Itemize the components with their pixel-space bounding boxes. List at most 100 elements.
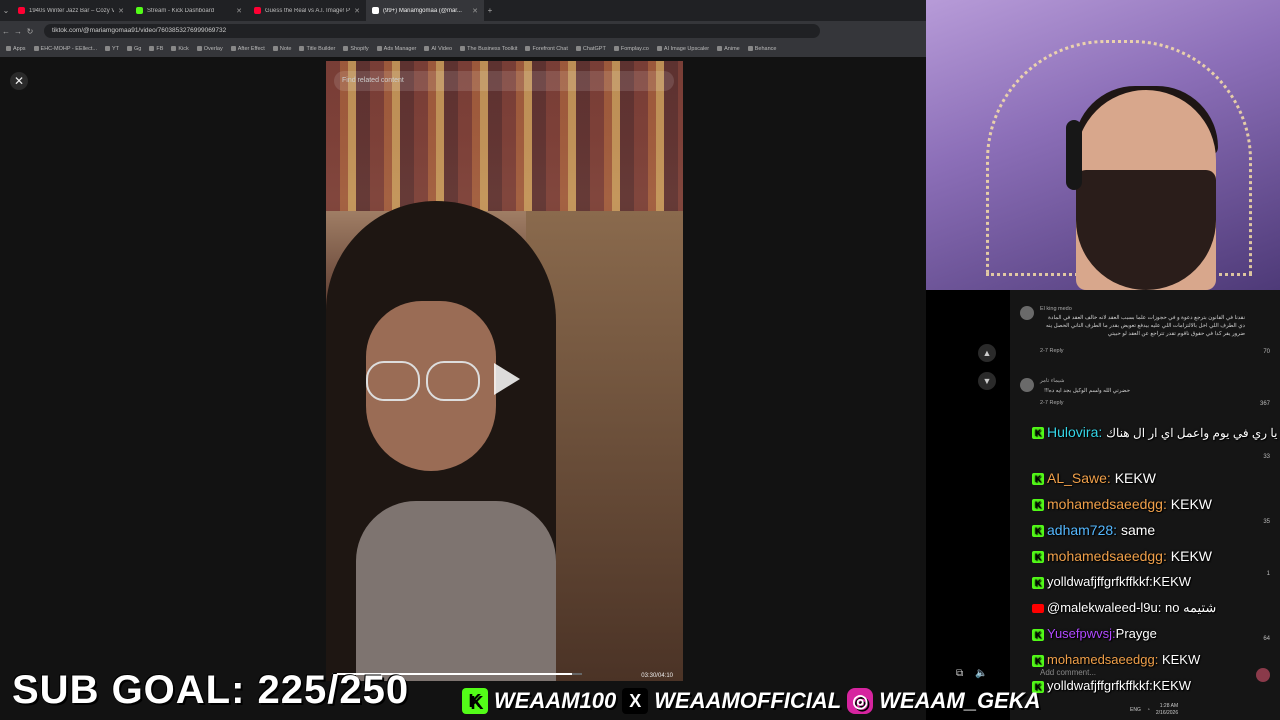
social-handles: K WEAAM100 X WEAAMOFFICIAL ◎ WEAAM_GEKA xyxy=(462,686,1041,716)
bookmark[interactable]: AI Video xyxy=(424,46,452,52)
chat-message: Kmohamedsaeedgg: KEKW xyxy=(1032,652,1200,667)
kick-badge-icon: K xyxy=(1032,576,1044,589)
close-tab-icon[interactable]: ✕ xyxy=(118,7,124,15)
play-icon[interactable] xyxy=(494,363,520,395)
comment-likes[interactable]: 1 xyxy=(1267,571,1270,577)
tab-list-icon[interactable]: ⌄ xyxy=(0,6,12,15)
bookmark[interactable]: After Effect xyxy=(231,46,265,52)
kick-badge-icon: K xyxy=(1032,427,1044,440)
comment-meta[interactable]: 2-7 Reply xyxy=(1040,400,1064,406)
volume-icon[interactable]: 🔈 xyxy=(975,668,987,679)
bookmark[interactable]: Anime xyxy=(717,46,740,52)
bookmark[interactable]: ChatGPT xyxy=(576,46,606,52)
kick-badge-icon: K xyxy=(1032,525,1044,538)
send-icon[interactable] xyxy=(1256,668,1270,682)
bookmark[interactable]: Overlay xyxy=(197,46,223,52)
system-tray: ENG ◔ 1:28 AM 2/16/2026 xyxy=(1130,700,1280,720)
chat-message: Kmohamedsaeedgg: KEKW xyxy=(1032,496,1212,512)
tab-guess-ai[interactable]: Guess the Real vs A.I. Image! Pa ✕ xyxy=(248,0,366,21)
comment-author: El king medo xyxy=(1040,306,1072,312)
chat-message: Kyolldwafjffgrfkffkkf:KEKW xyxy=(1032,678,1191,693)
wifi-icon[interactable]: ◔ xyxy=(1147,707,1150,713)
time: 1:28 AM xyxy=(1159,703,1179,709)
bookmark[interactable]: Apps xyxy=(6,46,26,52)
tab-label: Guess the Real vs A.I. Image! Pa xyxy=(265,7,351,14)
comment-likes[interactable]: 64 xyxy=(1263,636,1270,642)
tab-tiktok[interactable]: (99+) Mariamgomaa (@mar... ✕ xyxy=(366,0,484,21)
chat-message: K Yusefpwvsj:Prayge xyxy=(1032,626,1157,641)
bookmark[interactable]: Fomplay.co xyxy=(614,46,649,52)
clock[interactable]: 1:28 AM 2/16/2026 xyxy=(1156,703,1178,717)
video-search-input[interactable]: Find related content xyxy=(334,71,674,91)
date: 2/16/2026 xyxy=(1155,710,1179,716)
tab-label: Stream - Kick Dashboard xyxy=(147,7,215,14)
instagram-icon: ◎ xyxy=(847,688,874,714)
video-time: 03:30/04:10 xyxy=(641,673,673,679)
language-indicator[interactable]: ENG xyxy=(1130,707,1141,713)
chat-user: mohamedsaeedgg: xyxy=(1047,652,1159,667)
bookmark[interactable]: Gg xyxy=(127,46,141,52)
close-tab-icon[interactable]: ✕ xyxy=(354,7,360,15)
chat-text: KEKW xyxy=(1161,652,1201,667)
chat-text: وح ساعدها يا ري في يوم واعمل اي ار ال هن… xyxy=(1106,426,1280,440)
chat-message: KHulovira: وح ساعدها يا ري في يوم واعمل … xyxy=(1032,424,1280,440)
close-video-button[interactable]: ✕ xyxy=(10,72,28,90)
bookmark[interactable]: EHC-MOHP - EEllect... xyxy=(34,46,97,52)
url-field[interactable]: tiktok.com/@mariamgomaa91/video/76038532… xyxy=(44,24,820,38)
previous-video-button[interactable]: ▲ xyxy=(978,344,996,362)
webcam-overlay xyxy=(926,0,1280,290)
bookmark[interactable]: Title Builder xyxy=(299,46,335,52)
bookmark[interactable]: AI Image Upscaler xyxy=(657,46,709,52)
bookmark[interactable]: YT xyxy=(105,46,119,52)
youtube-icon xyxy=(254,7,261,14)
comment-likes[interactable]: 70 xyxy=(1263,349,1270,355)
chat-text: KEKW xyxy=(1114,470,1156,486)
reload-icon[interactable]: ↻ xyxy=(24,27,36,36)
chat-text: no شتيمه xyxy=(1164,600,1217,615)
picture-in-picture-icon[interactable]: ⧉ xyxy=(956,668,963,679)
bookmark[interactable]: FB xyxy=(149,46,163,52)
tab-label: 1940s Winter Jazz Bar – Cozy V xyxy=(29,7,115,14)
youtube-badge-icon xyxy=(1032,604,1044,614)
chat-text: KEKW xyxy=(1170,548,1212,564)
close-tab-icon[interactable]: ✕ xyxy=(236,7,242,15)
comment-likes[interactable]: 33 xyxy=(1263,454,1270,460)
bookmark[interactable]: Behance xyxy=(748,46,777,52)
comment-author: شيماء تامر xyxy=(1040,378,1065,384)
x-icon: X xyxy=(622,688,649,714)
forward-icon[interactable]: → xyxy=(12,27,24,36)
chat-text: same xyxy=(1120,522,1156,538)
bookmark[interactable]: Note xyxy=(273,46,292,52)
next-video-button[interactable]: ▼ xyxy=(978,372,996,390)
bookmark[interactable]: Forefront Chat xyxy=(525,46,567,52)
chat-message: K AL_Sawe: KEKW xyxy=(1032,470,1156,486)
headset xyxy=(1066,120,1082,190)
back-icon[interactable]: ← xyxy=(0,27,12,36)
bookmark[interactable]: The Business Toolkit xyxy=(460,46,517,52)
kick-badge-icon: K xyxy=(1032,499,1044,512)
tab-jazz[interactable]: 1940s Winter Jazz Bar – Cozy V ✕ xyxy=(12,0,130,21)
shirt xyxy=(356,501,556,681)
tab-kick-dashboard[interactable]: Stream - Kick Dashboard ✕ xyxy=(130,0,248,21)
glasses-left xyxy=(366,361,420,401)
comment-likes[interactable]: 367 xyxy=(1260,401,1270,407)
comment-likes[interactable]: 35 xyxy=(1263,519,1270,525)
kick-badge-icon: K xyxy=(1032,473,1044,486)
bookmark[interactable]: Shopify xyxy=(343,46,368,52)
comment-text: حضرتي الله ولسم الوكيل بجد ايه ده!!! xyxy=(1044,388,1130,394)
chat-user: AL_Sawe: xyxy=(1047,470,1111,486)
kick-icon: K xyxy=(462,688,488,714)
tab-label: (99+) Mariamgomaa (@mar... xyxy=(383,7,462,14)
bookmark[interactable]: Kick xyxy=(171,46,188,52)
close-tab-icon[interactable]: ✕ xyxy=(472,7,478,15)
chat-user: mohamedsaeedgg: xyxy=(1047,548,1167,564)
comment-meta[interactable]: 2-7 Reply xyxy=(1040,348,1064,354)
tiktok-icon xyxy=(372,7,379,14)
chat-user: adham728: xyxy=(1047,522,1118,538)
kick-badge-icon: K xyxy=(1032,551,1044,564)
comment-input[interactable]: Add comment... xyxy=(1040,668,1096,677)
new-tab-button[interactable]: + xyxy=(484,6,496,15)
video-player[interactable]: Find related content 03:30/04:10 xyxy=(326,61,683,681)
bookmarks-bar: Apps EHC-MOHP - EEllect... YT Gg FB Kick… xyxy=(0,41,926,57)
bookmark[interactable]: Ads Manager xyxy=(377,46,417,52)
